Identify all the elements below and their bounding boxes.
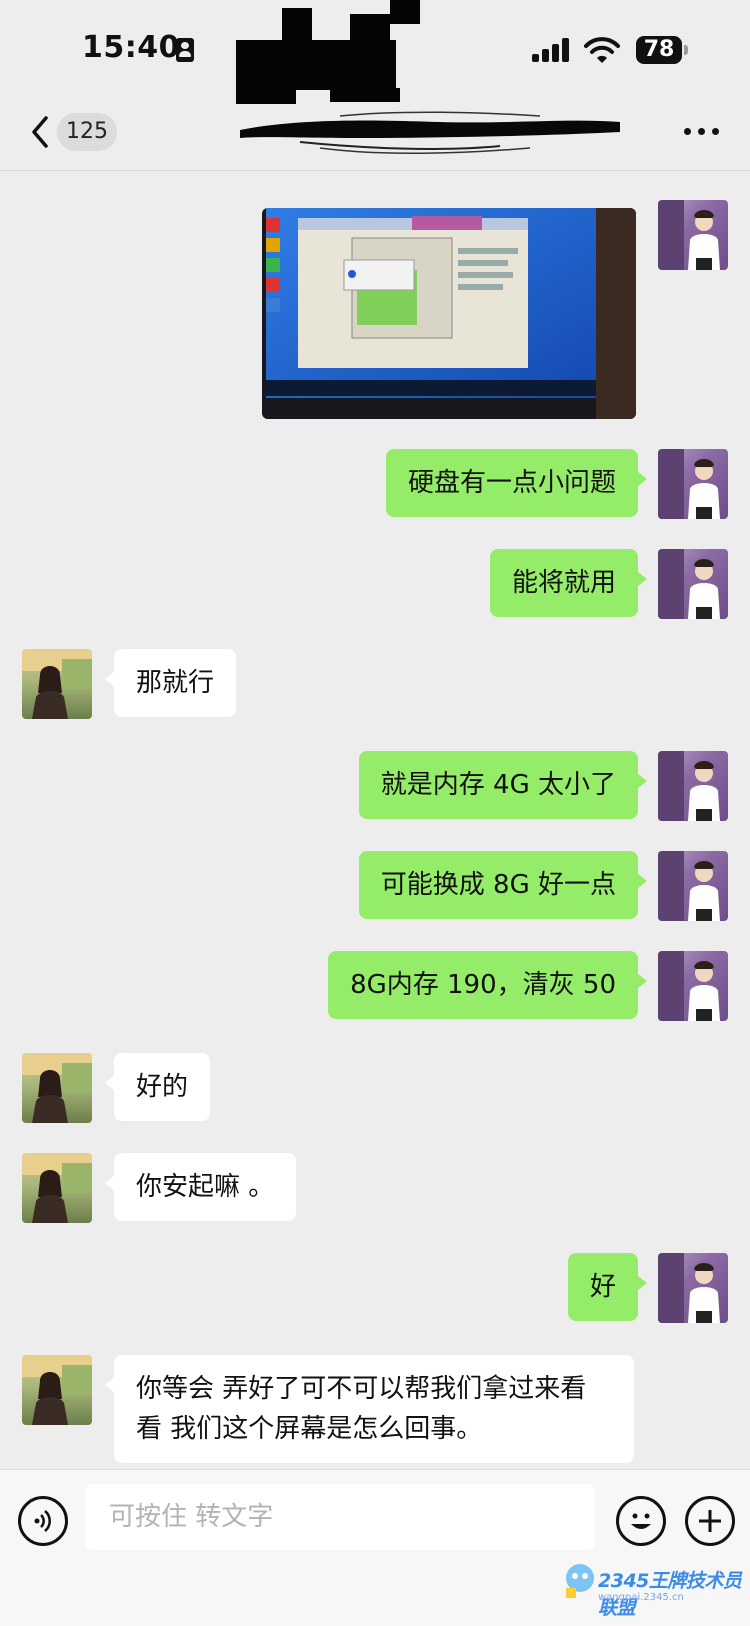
emoji-icon[interactable]: [616, 1496, 666, 1546]
contact-avatar[interactable]: [22, 1355, 92, 1425]
chat-header: 125: [0, 100, 750, 171]
watermark-url: wangpai.2345.cn: [598, 1592, 684, 1603]
status-bar: 15:40 78: [0, 0, 750, 104]
watermark-mascot-icon: [566, 1564, 594, 1598]
id-card-icon: [176, 38, 194, 62]
signal-icon: [532, 38, 572, 62]
more-dots-icon[interactable]: [684, 128, 720, 138]
incoming-message-bubble[interactable]: 你等会 弄好了可不可以帮我们拿过来看看 我们这个屏幕是怎么回事。: [105, 1355, 634, 1463]
contact-avatar[interactable]: [22, 1153, 92, 1223]
message-input[interactable]: 可按住 转文字: [85, 1484, 595, 1550]
outgoing-message-bubble[interactable]: 能将就用: [489, 549, 648, 617]
outgoing-message-bubble[interactable]: 8G内存 190，清灰 50: [328, 951, 647, 1019]
outgoing-message-bubble[interactable]: 硬盘有一点小问题: [385, 449, 648, 517]
my-avatar[interactable]: [658, 1253, 728, 1323]
contact-avatar[interactable]: [22, 1053, 92, 1123]
my-avatar[interactable]: [658, 549, 728, 619]
status-time: 15:40: [82, 30, 180, 65]
watermark-logo: 2345王牌技术员联盟 wangpai.2345.cn: [562, 1562, 742, 1619]
my-avatar[interactable]: [658, 449, 728, 519]
voice-icon[interactable]: [18, 1496, 68, 1546]
incoming-message-bubble[interactable]: 你安起嘛 。: [104, 1153, 297, 1221]
plus-icon[interactable]: [685, 1496, 735, 1546]
unread-count-badge[interactable]: 125: [57, 113, 117, 151]
contact-avatar[interactable]: [22, 649, 92, 719]
incoming-message-bubble[interactable]: 那就行: [104, 649, 237, 717]
my-avatar[interactable]: [658, 851, 728, 921]
incoming-message-bubble[interactable]: 好的: [104, 1053, 211, 1121]
my-avatar[interactable]: [658, 751, 728, 821]
message-list[interactable]: 硬盘有一点小问题 能将就用 那就行 就是内存 4G 太小了 可能换成 8G 好一…: [0, 171, 750, 1469]
outgoing-message-bubble[interactable]: 好: [567, 1253, 648, 1321]
wifi-icon: [584, 36, 620, 64]
my-avatar[interactable]: [658, 200, 728, 270]
my-avatar[interactable]: [658, 951, 728, 1021]
chat-title-redacted: [240, 108, 620, 158]
outgoing-message-bubble[interactable]: 可能换成 8G 好一点: [358, 851, 648, 919]
battery-icon: 78: [636, 36, 688, 64]
outgoing-message-bubble[interactable]: 就是内存 4G 太小了: [358, 751, 648, 819]
image-message[interactable]: [262, 208, 636, 419]
